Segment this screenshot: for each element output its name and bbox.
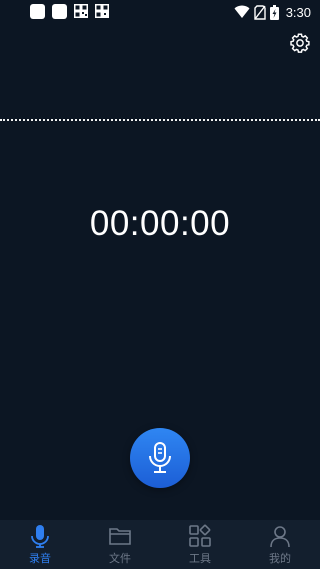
folder-icon xyxy=(109,528,131,545)
nav-label-tools: 工具 xyxy=(189,553,211,565)
settings-button[interactable] xyxy=(289,32,311,54)
record-button[interactable] xyxy=(130,428,190,488)
qr-code-icon xyxy=(95,4,109,18)
grid-tools-icon xyxy=(189,524,211,547)
nav-label-files: 文件 xyxy=(109,553,131,565)
bottom-nav: 录音 文件 工具 我的 xyxy=(0,520,320,569)
system-tray: 3:30 xyxy=(234,4,311,20)
nav-item-tools[interactable]: 工具 xyxy=(160,520,240,569)
app-square-icon xyxy=(30,4,45,19)
recording-timer: 00:00:00 xyxy=(89,204,231,243)
user-icon xyxy=(270,526,290,548)
nav-item-record[interactable]: 录音 xyxy=(0,520,80,569)
app-square-icon xyxy=(52,4,67,19)
nav-label-record: 录音 xyxy=(29,553,51,565)
microphone-icon xyxy=(31,525,49,548)
wifi-icon xyxy=(234,5,250,18)
waveform-divider xyxy=(0,119,320,121)
nav-item-me[interactable]: 我的 xyxy=(240,520,320,569)
qr-code-icon xyxy=(74,4,88,18)
status-time: 3:30 xyxy=(285,4,311,20)
microphone-icon xyxy=(149,442,171,473)
nav-item-files[interactable]: 文件 xyxy=(80,520,160,569)
battery-charging-icon xyxy=(269,4,279,20)
status-bar: 3:30 xyxy=(0,0,320,24)
gear-icon xyxy=(290,33,310,53)
no-sim-icon xyxy=(253,4,266,20)
nav-label-me: 我的 xyxy=(269,553,291,565)
